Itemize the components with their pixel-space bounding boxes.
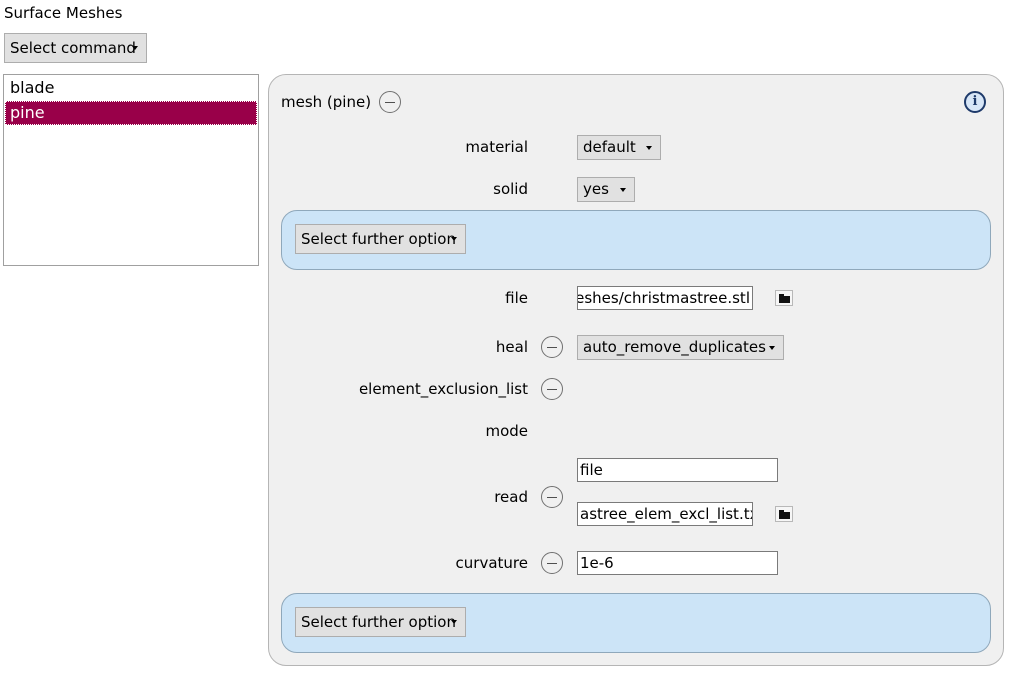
read-label: read bbox=[494, 488, 528, 506]
chevron-down-icon bbox=[132, 46, 138, 50]
heal-label: heal bbox=[495, 338, 528, 356]
mode-label: mode bbox=[485, 422, 528, 440]
curvature-value: 1e-6 bbox=[580, 554, 614, 572]
list-item-pine[interactable]: pine bbox=[5, 101, 257, 125]
further-option-panel-2: Select further option bbox=[281, 593, 991, 653]
heal-dropdown[interactable]: auto_remove_duplicates bbox=[577, 335, 784, 360]
folder-icon[interactable] bbox=[775, 506, 793, 522]
file-label: file bbox=[505, 289, 528, 307]
file-input[interactable]: meshes/christmastree.stl bbox=[577, 286, 753, 310]
read-path-value: astree_elem_excl_list.txt bbox=[580, 505, 753, 523]
file-value: meshes/christmastree.stl bbox=[577, 289, 750, 307]
material-label: material bbox=[465, 138, 528, 156]
section-title: Surface Meshes bbox=[4, 4, 123, 22]
select-command-label: Select command bbox=[10, 39, 136, 57]
remove-heal-button[interactable] bbox=[541, 336, 563, 358]
material-dropdown[interactable]: default bbox=[577, 135, 661, 160]
select-further-option-label: Select further option bbox=[301, 230, 456, 248]
select-command-dropdown[interactable]: Select command bbox=[4, 33, 147, 63]
mode-value: file bbox=[580, 461, 603, 479]
select-further-option-dropdown-1[interactable]: Select further option bbox=[295, 224, 466, 254]
remove-element-exclusion-list-button[interactable] bbox=[541, 378, 563, 400]
remove-mesh-button[interactable] bbox=[379, 91, 401, 113]
mode-input[interactable]: file bbox=[577, 458, 778, 482]
remove-curvature-button[interactable] bbox=[541, 552, 563, 574]
mesh-list[interactable]: blade pine bbox=[3, 74, 259, 266]
curvature-input[interactable]: 1e-6 bbox=[577, 551, 778, 575]
chevron-down-icon bbox=[451, 620, 457, 624]
list-item-blade[interactable]: blade bbox=[5, 76, 257, 100]
chevron-down-icon bbox=[620, 188, 626, 192]
chevron-down-icon bbox=[646, 146, 652, 150]
solid-label: solid bbox=[493, 180, 528, 198]
folder-icon[interactable] bbox=[775, 290, 793, 306]
chevron-down-icon bbox=[451, 237, 457, 241]
solid-value: yes bbox=[583, 180, 609, 198]
mesh-panel: mesh (pine) i material default solid yes… bbox=[268, 74, 1004, 666]
material-value: default bbox=[583, 138, 636, 156]
select-further-option-dropdown-2[interactable]: Select further option bbox=[295, 607, 466, 637]
read-path-input[interactable]: astree_elem_excl_list.txt bbox=[577, 502, 753, 526]
info-icon[interactable]: i bbox=[964, 91, 986, 113]
curvature-label: curvature bbox=[455, 554, 528, 572]
further-option-panel-1: Select further option bbox=[281, 210, 991, 270]
heal-value: auto_remove_duplicates bbox=[583, 338, 766, 356]
select-further-option-label: Select further option bbox=[301, 613, 456, 631]
element-exclusion-list-label: element_exclusion_list bbox=[358, 380, 528, 398]
remove-read-button[interactable] bbox=[541, 486, 563, 508]
panel-title: mesh (pine) bbox=[281, 93, 372, 111]
solid-dropdown[interactable]: yes bbox=[577, 177, 635, 202]
chevron-down-icon bbox=[769, 346, 775, 350]
